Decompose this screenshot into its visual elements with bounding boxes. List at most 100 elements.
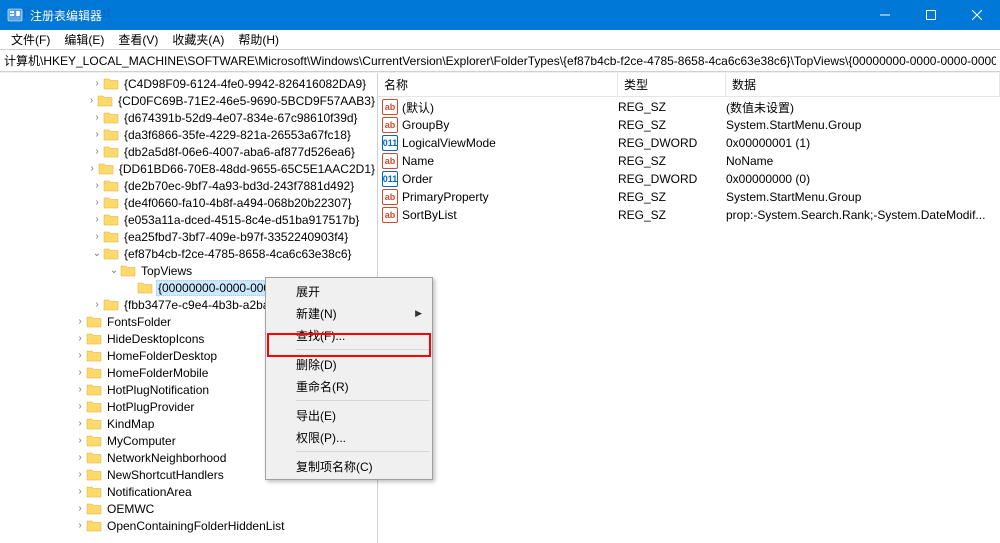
- folder-icon: [103, 298, 119, 311]
- app-icon: [6, 6, 24, 24]
- twisty-open-icon[interactable]: ⌄: [91, 248, 103, 259]
- twisty-closed-icon[interactable]: ›: [91, 112, 103, 123]
- value-name: (默认): [398, 99, 618, 116]
- value-type: REG_SZ: [618, 154, 726, 168]
- tree-row[interactable]: › {DD61BD66-70E8-48dd-9655-65C5E1AAC2D1}: [0, 160, 377, 177]
- string-value-icon: ab: [382, 99, 398, 115]
- twisty-closed-icon[interactable]: ›: [74, 452, 86, 463]
- folder-icon: [103, 196, 119, 209]
- tree-label: {db2a5d8f-06e6-4007-aba6-af877d526ea6}: [122, 145, 357, 159]
- tree-row[interactable]: ›{de4f0660-fa10-4b8f-a494-068b20b22307}: [0, 194, 377, 211]
- context-menu-label: 重命名(R): [296, 378, 349, 395]
- twisty-closed-icon[interactable]: ›: [74, 469, 86, 480]
- twisty-closed-icon[interactable]: ›: [86, 163, 97, 174]
- twisty-open-icon[interactable]: ⌄: [108, 265, 120, 276]
- twisty-closed-icon[interactable]: ›: [74, 435, 86, 446]
- twisty-closed-icon[interactable]: ›: [74, 367, 86, 378]
- twisty-closed-icon[interactable]: ›: [74, 503, 86, 514]
- tree-row[interactable]: › {e053a11a-dced-4515-8c4e-d51ba917517b}: [0, 211, 377, 228]
- list-row[interactable]: abNameREG_SZNoName: [378, 152, 1000, 170]
- twisty-closed-icon[interactable]: ›: [74, 384, 86, 395]
- list-pane[interactable]: 名称 类型 数据 ab(默认)REG_SZ(数值未设置)abGroupByREG…: [378, 73, 1000, 543]
- context-menu-item[interactable]: 新建(N)▶: [268, 302, 430, 324]
- twisty-closed-icon[interactable]: ›: [74, 333, 86, 344]
- twisty-closed-icon[interactable]: ›: [91, 299, 103, 310]
- list-row[interactable]: 011OrderREG_DWORD0x00000000 (0): [378, 170, 1000, 188]
- twisty-closed-icon[interactable]: ›: [74, 486, 86, 497]
- value-data: System.StartMenu.Group: [726, 118, 1000, 132]
- folder-icon: [86, 366, 102, 379]
- folder-icon: [97, 94, 113, 107]
- tree-label: HomeFolderMobile: [105, 366, 210, 380]
- folder-icon: [103, 179, 119, 192]
- twisty-closed-icon[interactable]: ›: [86, 95, 97, 106]
- value-name: SortByList: [398, 208, 618, 222]
- maximize-button[interactable]: [908, 0, 954, 30]
- tree-row[interactable]: › {db2a5d8f-06e6-4007-aba6-af877d526ea6}: [0, 143, 377, 160]
- col-header-name[interactable]: 名称: [378, 73, 618, 96]
- twisty-closed-icon[interactable]: ›: [91, 78, 103, 89]
- twisty-closed-icon[interactable]: ›: [91, 129, 103, 140]
- twisty-closed-icon[interactable]: ›: [91, 231, 103, 242]
- context-menu-item[interactable]: 复制项名称(C): [268, 455, 430, 477]
- twisty-closed-icon[interactable]: ›: [74, 350, 86, 361]
- tree-row[interactable]: ⌄{ef87b4cb-f2ce-4785-8658-4ca6c63e38c6}: [0, 245, 377, 262]
- twisty-closed-icon[interactable]: ›: [74, 418, 86, 429]
- tree-label: HotPlugNotification: [105, 383, 211, 397]
- list-row[interactable]: 011LogicalViewModeREG_DWORD0x00000001 (1…: [378, 134, 1000, 152]
- context-menu-item[interactable]: 权限(P)...: [268, 426, 430, 448]
- tree-row[interactable]: ›{CD0FC69B-71E2-46e5-9690-5BCD9F57AAB3}: [0, 92, 377, 109]
- value-data: prop:-System.Search.Rank;-System.DateMod…: [726, 208, 1000, 222]
- titlebar: 注册表编辑器: [0, 0, 1000, 30]
- twisty-closed-icon[interactable]: ›: [74, 520, 86, 531]
- twisty-closed-icon[interactable]: ›: [91, 197, 103, 208]
- menu-file[interactable]: 文件(F): [4, 29, 57, 50]
- context-menu-label: 删除(D): [296, 356, 337, 373]
- tree-label: {d674391b-52d9-4e07-834e-67c98610f39d}: [122, 111, 360, 125]
- tree-row[interactable]: ›OpenContainingFolderHiddenList: [0, 517, 377, 534]
- tree-label: NewShortcutHandlers: [105, 468, 226, 482]
- tree-row[interactable]: ›{da3f6866-35fe-4229-821a-26553a67fc18}: [0, 126, 377, 143]
- value-name: Order: [398, 172, 618, 186]
- twisty-closed-icon[interactable]: ›: [91, 146, 103, 157]
- menu-edit[interactable]: 编辑(E): [57, 29, 111, 50]
- folder-icon: [103, 77, 119, 90]
- list-row[interactable]: abPrimaryPropertyREG_SZSystem.StartMenu.…: [378, 188, 1000, 206]
- minimize-button[interactable]: [862, 0, 908, 30]
- context-menu-item[interactable]: 查找(F)...: [268, 324, 430, 346]
- list-row[interactable]: abGroupByREG_SZSystem.StartMenu.Group: [378, 116, 1000, 134]
- list-row[interactable]: ab(默认)REG_SZ(数值未设置): [378, 98, 1000, 116]
- col-header-data[interactable]: 数据: [726, 73, 1000, 96]
- menu-view[interactable]: 查看(V): [111, 29, 165, 50]
- tree-label: NetworkNeighborhood: [105, 451, 228, 465]
- tree-row[interactable]: ›OEMWC: [0, 500, 377, 517]
- menu-favorites[interactable]: 收藏夹(A): [165, 29, 231, 50]
- context-menu-item[interactable]: 重命名(R): [268, 375, 430, 397]
- tree-row[interactable]: › {d674391b-52d9-4e07-834e-67c98610f39d}: [0, 109, 377, 126]
- close-button[interactable]: [954, 0, 1000, 30]
- tree-label: {DD61BD66-70E8-48dd-9655-65C5E1AAC2D1}: [117, 162, 377, 176]
- tree-label: {e053a11a-dced-4515-8c4e-d51ba917517b}: [122, 213, 361, 227]
- tree-row[interactable]: ›{de2b70ec-9bf7-4a93-bd3d-243f7881d492}: [0, 177, 377, 194]
- addressbar[interactable]: 计算机\HKEY_LOCAL_MACHINE\SOFTWARE\Microsof…: [0, 50, 1000, 72]
- context-menu-item[interactable]: 展开: [268, 280, 430, 302]
- value-name: GroupBy: [398, 118, 618, 132]
- col-header-type[interactable]: 类型: [618, 73, 726, 96]
- twisty-closed-icon[interactable]: ›: [74, 401, 86, 412]
- tree-label: MyComputer: [105, 434, 178, 448]
- menu-help[interactable]: 帮助(H): [231, 29, 286, 50]
- tree-row[interactable]: ›{ea25fbd7-3bf7-409e-b97f-3352240903f4}: [0, 228, 377, 245]
- tree-row[interactable]: ›NotificationArea: [0, 483, 377, 500]
- folder-icon: [86, 502, 102, 515]
- list-row[interactable]: abSortByListREG_SZprop:-System.Search.Ra…: [378, 206, 1000, 224]
- twisty-closed-icon[interactable]: ›: [91, 180, 103, 191]
- context-menu-item[interactable]: 导出(E): [268, 404, 430, 426]
- twisty-closed-icon[interactable]: ›: [91, 214, 103, 225]
- dword-value-icon: 011: [382, 171, 398, 187]
- folder-icon: [86, 434, 102, 447]
- context-menu-item[interactable]: 删除(D): [268, 353, 430, 375]
- tree-row[interactable]: ›{C4D98F09-6124-4fe0-9942-826416082DA9}: [0, 75, 377, 92]
- folder-icon: [86, 485, 102, 498]
- context-menu-label: 展开: [296, 283, 320, 300]
- twisty-closed-icon[interactable]: ›: [74, 316, 86, 327]
